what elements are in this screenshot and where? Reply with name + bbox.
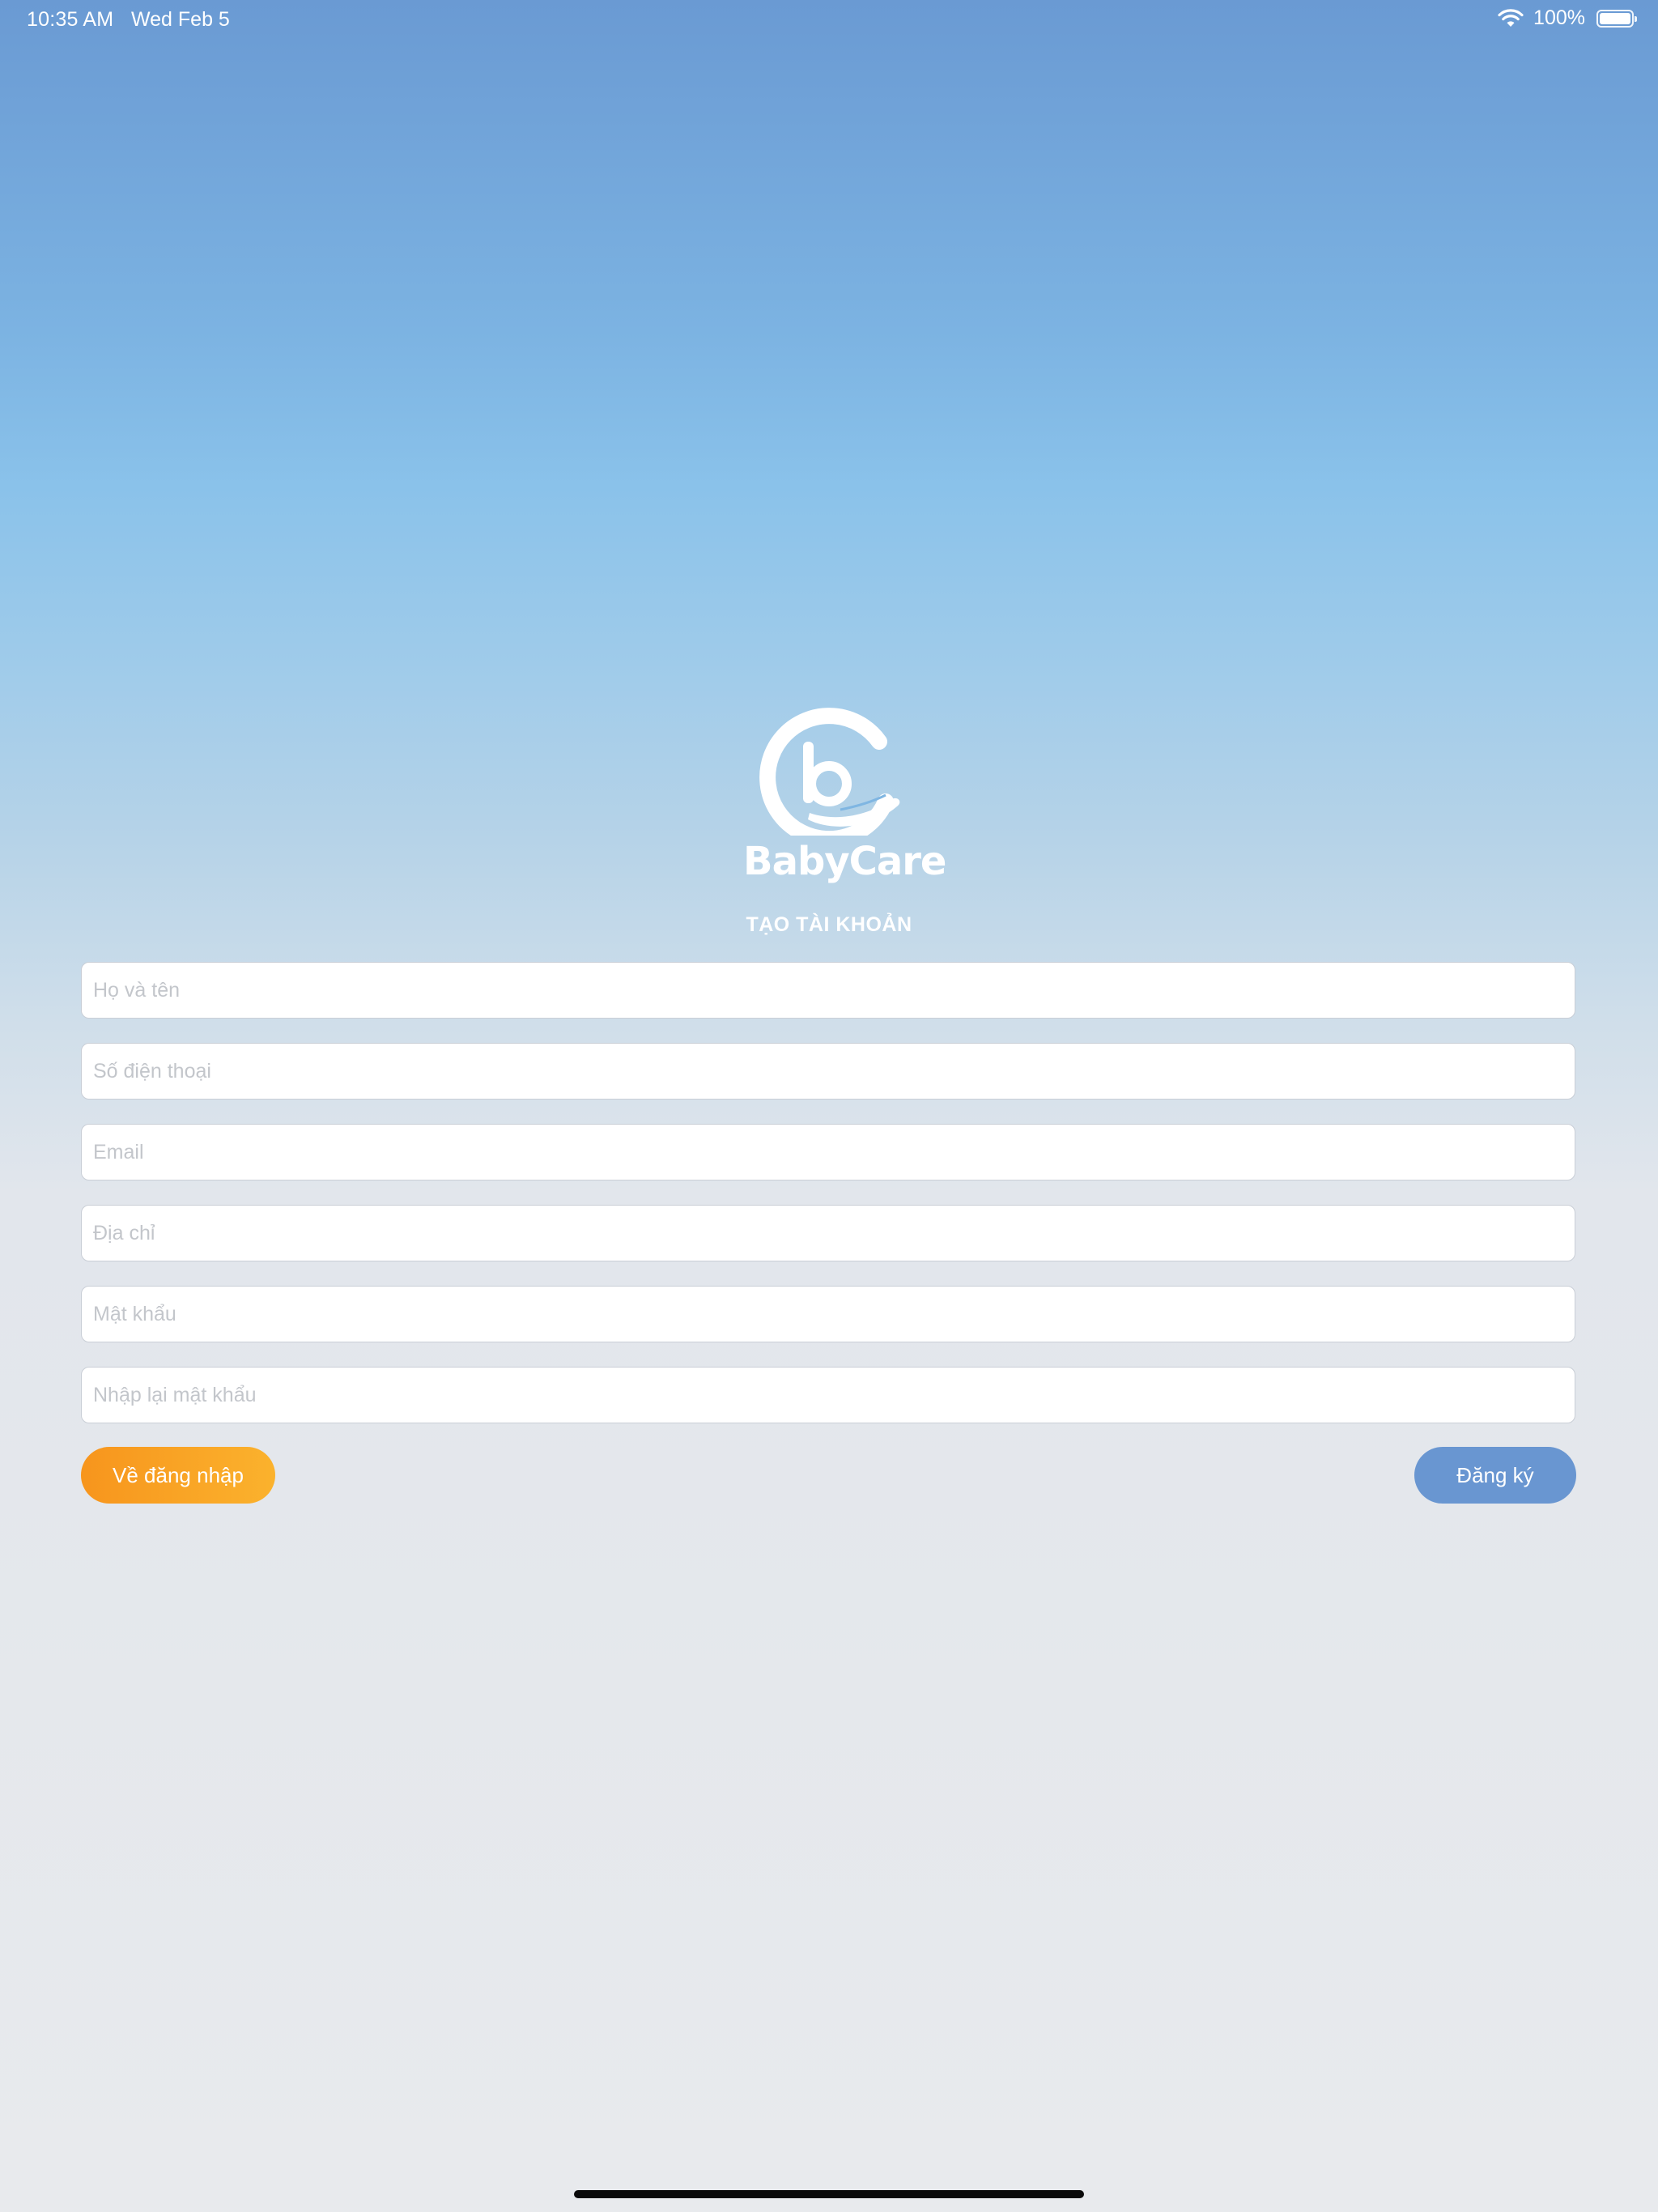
register-button[interactable]: Đăng ký <box>1414 1447 1576 1504</box>
wifi-icon <box>1498 8 1524 28</box>
battery-percent: 100% <box>1533 6 1585 29</box>
password-input[interactable] <box>81 1286 1575 1342</box>
confirm-password-input[interactable] <box>81 1367 1575 1423</box>
status-time: 10:35 AM <box>27 8 114 31</box>
email-input[interactable] <box>81 1124 1575 1180</box>
address-input[interactable] <box>81 1205 1575 1261</box>
page-title: TẠO TÀI KHOẢN <box>746 913 912 936</box>
full-name-input[interactable] <box>81 962 1575 1019</box>
status-bar: 10:35 AM Wed Feb 5 100% <box>0 0 1658 39</box>
status-date: Wed Feb 5 <box>131 8 230 31</box>
back-to-login-button[interactable]: Về đăng nhập <box>81 1447 275 1504</box>
home-indicator[interactable] <box>574 2190 1084 2198</box>
babycare-logo-icon <box>759 708 900 836</box>
brand-name: BabyCare <box>743 839 946 884</box>
phone-input[interactable] <box>81 1043 1575 1100</box>
battery-icon <box>1596 9 1637 28</box>
status-indicators: 100% <box>1498 6 1637 30</box>
babycare-logo: BabyCare <box>743 706 946 892</box>
